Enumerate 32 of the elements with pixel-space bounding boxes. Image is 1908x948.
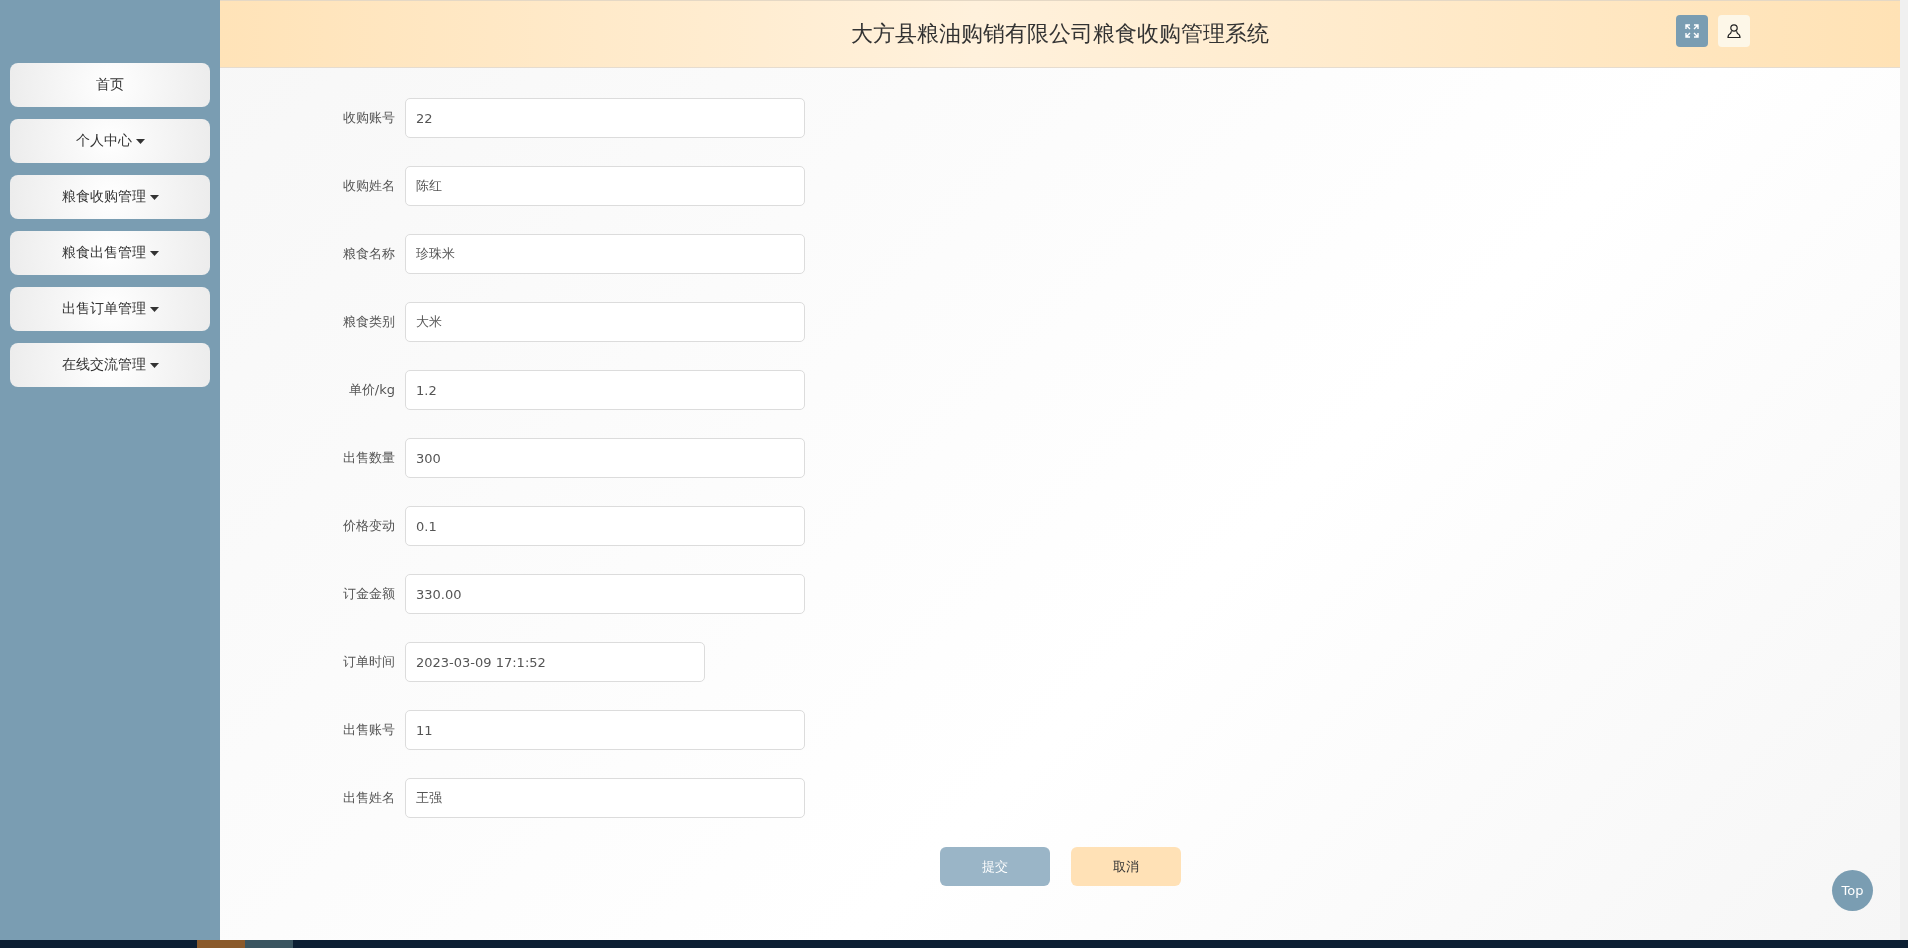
field-label: 粮食名称 — [342, 245, 395, 263]
input-field[interactable]: 珍珠米 — [405, 234, 805, 274]
sidebar-item[interactable]: 在线交流管理 — [10, 343, 210, 387]
input-field[interactable]: 0.1 — [405, 506, 805, 546]
input-field[interactable]: 2023-03-09 17:1:52 — [405, 642, 705, 682]
input-field[interactable]: 陈红 — [405, 166, 805, 206]
field-label: 出售数量 — [342, 449, 395, 467]
user-icon[interactable] — [1718, 15, 1750, 47]
sidebar-item[interactable]: 个人中心 — [10, 119, 210, 163]
sidebar-item[interactable]: 粮食出售管理 — [10, 231, 210, 275]
input-field[interactable]: 330.00 — [405, 574, 805, 614]
fullscreen-icon[interactable] — [1676, 15, 1708, 47]
input-field[interactable]: 300 — [405, 438, 805, 478]
input-field[interactable]: 王强 — [405, 778, 805, 818]
field-label: 订金金额 — [342, 585, 395, 603]
sidebar-item[interactable]: 出售订单管理 — [10, 287, 210, 331]
field-label: 单价/kg — [347, 381, 395, 399]
input-field[interactable]: 22 — [405, 98, 805, 138]
input-field[interactable]: 11 — [405, 710, 805, 750]
field-label: 出售账号 — [342, 721, 395, 739]
field-label: 粮食类别 — [342, 313, 395, 331]
field-label: 收购账号 — [342, 109, 395, 127]
input-field[interactable]: 大米 — [405, 302, 805, 342]
field-label: 价格变动 — [342, 517, 395, 535]
field-label: 收购姓名 — [342, 177, 395, 195]
sidebar-item[interactable]: 首页 — [10, 63, 210, 107]
field-label: 出售姓名 — [342, 789, 395, 807]
field-label: 订单时间 — [342, 653, 395, 671]
sidebar-item[interactable]: 粮食收购管理 — [10, 175, 210, 219]
input-field[interactable]: 1.2 — [405, 370, 805, 410]
system-title: 大方县粮油购销有限公司粮食收购管理系统 — [851, 20, 1269, 48]
form-button[interactable]: 取消 — [1070, 847, 1181, 886]
